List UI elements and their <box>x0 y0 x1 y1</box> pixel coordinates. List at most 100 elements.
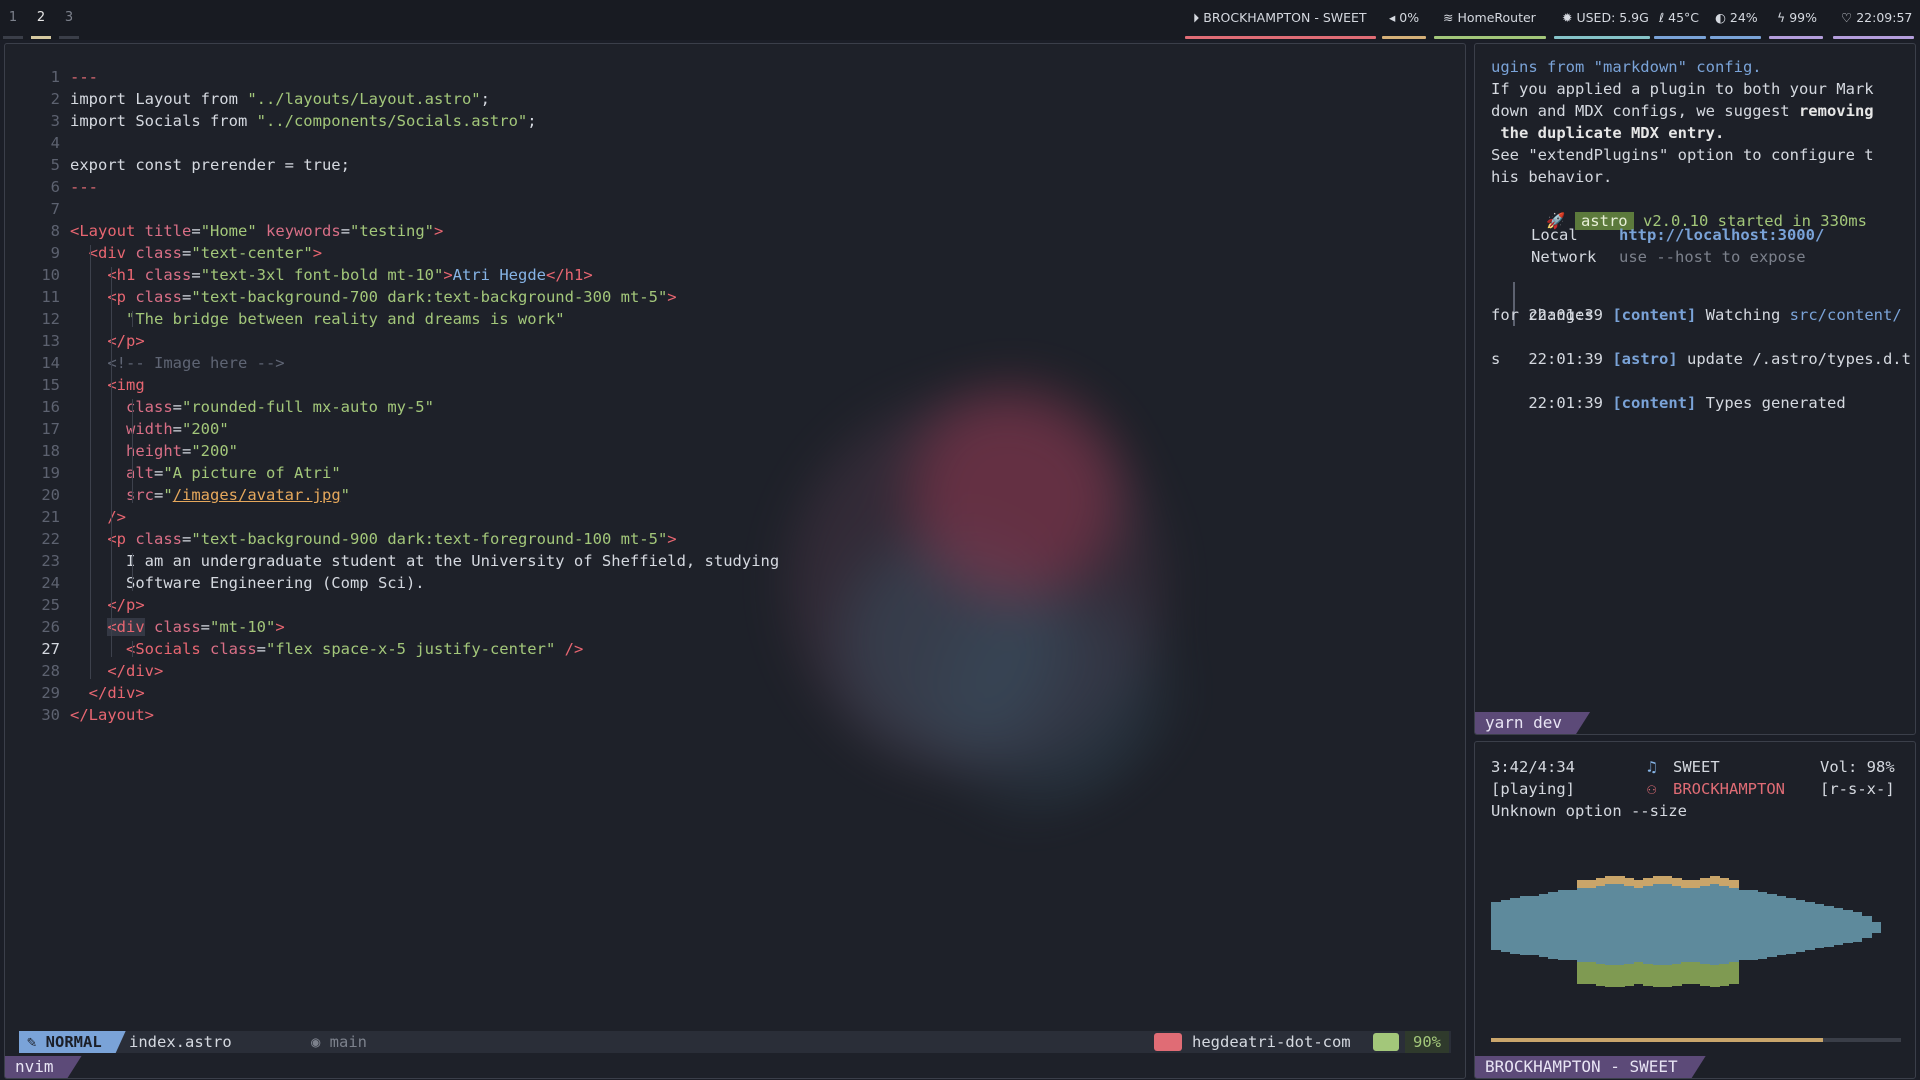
battery-bolt-icon: ϟ <box>1777 10 1786 25</box>
visualizer-bar-top <box>1690 888 1701 928</box>
indent-guide <box>132 311 133 327</box>
visualizer-peak-top <box>1662 876 1672 884</box>
temperature-module[interactable]: ℓ 45°C <box>1659 10 1699 25</box>
now-playing-text: BROCKHAMPTON - SWEET <box>1203 10 1367 25</box>
visualizer-peak-top <box>1671 878 1682 886</box>
workspace-1[interactable]: 1 <box>3 10 23 25</box>
line-number: 14 <box>41 354 60 372</box>
line-number: 8 <box>50 222 60 240</box>
log-tag: [content] <box>1612 394 1697 412</box>
dev-server-pane[interactable]: ugins from "markdown" config. If you app… <box>1474 43 1916 735</box>
visualizer-peak-bottom <box>1652 965 1663 987</box>
visualizer-bar-bottom <box>1500 928 1511 952</box>
indent-guide <box>90 245 91 679</box>
line-number: 15 <box>41 376 60 394</box>
visualizer-bar-top <box>1709 884 1720 928</box>
code-text: </div> <box>88 684 145 702</box>
visualizer-bar-bottom <box>1776 928 1786 955</box>
volume-underline <box>1382 36 1426 39</box>
visualizer-bar-top <box>1576 888 1587 928</box>
visualizer-peak-bottom <box>1586 962 1596 984</box>
code-text: <p class="text-background-900 dark:text-… <box>107 530 677 548</box>
visualizer-bar-top <box>1738 890 1748 928</box>
visualizer-peak-top <box>1681 880 1691 888</box>
visualizer-bar-bottom <box>1681 928 1691 962</box>
brightness-module[interactable]: ◐ 24% <box>1715 10 1758 25</box>
code-text: <Layout title="Home" keywords="testing"> <box>70 222 444 240</box>
thermometer-icon: ℓ <box>1659 10 1665 25</box>
network-underline <box>1434 36 1546 39</box>
clock-module[interactable]: ♡ 22:09:57 <box>1841 10 1912 25</box>
visualizer-bar-bottom <box>1624 928 1634 964</box>
line-number: 23 <box>41 552 60 570</box>
code-text: </p> <box>107 332 145 350</box>
visualizer-bar-top <box>1662 884 1672 928</box>
log-line-cont: for changes <box>1491 306 1594 324</box>
indent-guide <box>132 553 133 591</box>
workspace-1-indicator <box>3 36 23 39</box>
visualizer-peak-top <box>1633 880 1644 888</box>
visualizer-bar-bottom <box>1671 928 1682 964</box>
code-text: <div class="text-center"> <box>88 244 323 262</box>
folder-icon <box>1154 1033 1182 1051</box>
code-text: /> <box>107 508 126 526</box>
line-number: 3 <box>50 112 60 130</box>
line-number: 24 <box>41 574 60 592</box>
line-number: 22 <box>41 530 60 548</box>
visualizer-bar-top <box>1728 888 1739 928</box>
code-text: <h1 class="text-3xl font-bold mt-10">Atr… <box>107 266 593 284</box>
music-player-pane[interactable]: 3:42/4:34 ♫ SWEET Vol: 98% [playing] ⚇ B… <box>1474 741 1916 1079</box>
workspace-3[interactable]: 3 <box>59 10 79 25</box>
brightness-icon: ◐ <box>1715 10 1726 25</box>
line-number: 11 <box>41 288 60 306</box>
visualizer-peak-bottom <box>1719 964 1729 986</box>
visualizer-bar-top <box>1700 886 1710 928</box>
player-flags: [r-s-x-] <box>1820 780 1895 798</box>
line-number: 1 <box>50 68 60 86</box>
visualizer-bar-top <box>1519 896 1530 928</box>
memory-text: USED: 5.9G <box>1576 10 1649 25</box>
workspace-2-indicator <box>31 36 51 39</box>
visualizer-bar-bottom <box>1548 928 1558 959</box>
visualizer-bar-bottom <box>1747 928 1758 960</box>
visualizer-bar-bottom <box>1662 928 1672 965</box>
visualizer-bar-top <box>1567 890 1577 928</box>
visualizer-bar-bottom <box>1576 928 1587 962</box>
visualizer-bar-bottom <box>1586 928 1596 962</box>
now-playing-module[interactable]: ⏵ BROCKHAMPTON - SWEET <box>1193 10 1367 26</box>
editor-pane[interactable]: 1 --- 2 import Layout from "../layouts/Layo… <box>4 43 1466 1079</box>
local-label: Local <box>1531 226 1578 244</box>
line-number: 17 <box>41 420 60 438</box>
visualizer-bar-top <box>1795 900 1805 928</box>
code-text: </Layout> <box>70 706 154 724</box>
battery-module[interactable]: ϟ 99% <box>1777 10 1817 25</box>
visualizer-bar-bottom <box>1633 928 1644 962</box>
visualizer-bar-bottom <box>1510 928 1520 954</box>
visualizer-peak-bottom <box>1671 964 1682 986</box>
visualizer-bar-top <box>1757 892 1767 928</box>
visualizer-peak-top <box>1652 876 1663 884</box>
visualizer-bar-bottom <box>1804 928 1815 950</box>
local-url-link[interactable]: http://localhost:3000/ <box>1619 224 1824 246</box>
line-number: 16 <box>41 398 60 416</box>
visualizer-bar-bottom <box>1852 928 1862 942</box>
code-text: import Layout from "../layouts/Layout.as… <box>70 90 490 108</box>
progress-fill[interactable] <box>1491 1038 1823 1042</box>
log-msg: Types generated <box>1705 394 1846 412</box>
indent-guide <box>132 399 133 503</box>
volume-module[interactable]: ◂ 0% <box>1389 10 1419 25</box>
visualizer-bar-bottom <box>1814 928 1824 948</box>
log-path: src/content/ <box>1789 306 1902 324</box>
pane-label-nvim: nvim <box>5 1056 82 1078</box>
visualizer-bar-bottom <box>1823 928 1834 947</box>
network-module[interactable]: ≋ HomeRouter <box>1443 10 1536 25</box>
code-text: --- <box>70 68 98 86</box>
visualizer-peak-top <box>1595 878 1606 886</box>
visualizer-bar-bottom <box>1538 928 1549 957</box>
pane-label-yarn-dev: yarn dev <box>1475 712 1590 734</box>
visualizer-bar-top <box>1842 910 1853 928</box>
visualizer-bar-top <box>1529 896 1539 928</box>
workspace-2[interactable]: 2 <box>31 10 51 25</box>
dev-output-line: See "extendPlugins" option to configure … <box>1491 146 1874 164</box>
memory-module[interactable]: ✹ USED: 5.9G <box>1562 10 1649 25</box>
